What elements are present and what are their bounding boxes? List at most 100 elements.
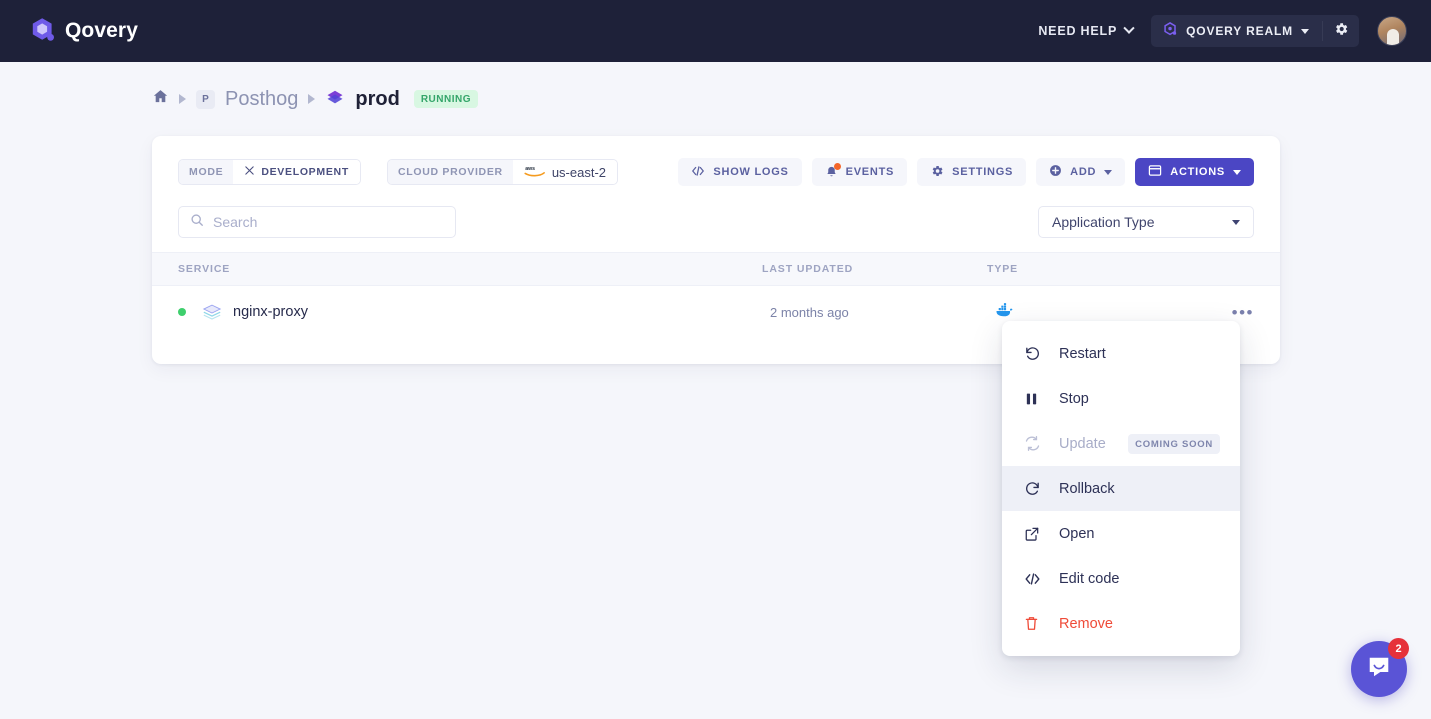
org-avatar-chip: P (196, 89, 215, 109)
cloud-provider-value: aws us-east-2 (512, 160, 618, 184)
menu-item-label: Remove (1059, 615, 1113, 632)
tools-icon (244, 165, 255, 179)
row-more-actions-button[interactable]: ••• (1232, 304, 1254, 321)
card-toolbar: MODE DEVELOPMENT CLOUD PROVIDER aws us-e… (152, 154, 1280, 190)
realm-selector[interactable]: QOVERY REALM (1151, 15, 1322, 47)
service-actions-menu: Restart Stop Update COMING SOON Rollback… (1002, 321, 1240, 656)
menu-item-edit-code[interactable]: Edit code (1002, 556, 1240, 601)
column-header-last-updated: LAST UPDATED (762, 263, 854, 275)
menu-item-stop[interactable]: Stop (1002, 376, 1240, 421)
chat-bubble-icon (1366, 654, 1392, 685)
menu-item-remove[interactable]: Remove (1002, 601, 1240, 646)
caret-down-icon (1104, 169, 1113, 175)
menu-item-label: Restart (1059, 345, 1106, 362)
menu-item-rollback[interactable]: Rollback (1002, 466, 1240, 511)
cloud-provider-pill: CLOUD PROVIDER aws us-east-2 (386, 159, 619, 185)
breadcrumb: P Posthog prod RUNNING (0, 62, 1431, 112)
caret-down-icon (1232, 219, 1240, 225)
restart-icon (1024, 345, 1046, 362)
home-icon[interactable] (152, 88, 169, 110)
status-badge: RUNNING (413, 90, 478, 108)
caret-down-icon (1233, 169, 1241, 175)
window-icon (1148, 164, 1162, 180)
show-logs-label: SHOW LOGS (713, 166, 789, 178)
service-type-cell (995, 302, 1232, 323)
user-avatar[interactable] (1377, 16, 1407, 46)
status-indicator-dot (178, 308, 186, 316)
menu-item-open[interactable]: Open (1002, 511, 1240, 556)
bell-icon (825, 163, 841, 179)
mode-value: DEVELOPMENT (233, 160, 360, 184)
show-logs-button[interactable]: SHOW LOGS (678, 158, 802, 186)
breadcrumb-environment[interactable]: prod (355, 88, 399, 111)
pause-icon (1024, 391, 1046, 407)
actions-button[interactable]: ACTIONS (1135, 158, 1254, 186)
realm-group: QOVERY REALM (1151, 15, 1359, 47)
plus-circle-icon (1049, 164, 1062, 180)
brand-logo[interactable]: Qovery (30, 17, 138, 45)
settings-icon-button[interactable] (1323, 15, 1359, 47)
search-box[interactable] (178, 206, 456, 238)
coming-soon-badge: COMING SOON (1128, 433, 1220, 454)
actions-label: ACTIONS (1170, 166, 1225, 178)
mode-pill: MODE DEVELOPMENT (178, 159, 361, 185)
search-icon (190, 213, 204, 232)
refresh-icon (1024, 435, 1046, 452)
cloud-provider-label: CLOUD PROVIDER (387, 160, 513, 184)
environment-icon (325, 87, 345, 112)
table-header: SERVICE LAST UPDATED TYPE (152, 252, 1280, 286)
history-icon (1024, 480, 1046, 497)
events-button[interactable]: EVENTS (811, 158, 908, 186)
filter-row: Application Type (152, 190, 1280, 252)
settings-label: SETTINGS (952, 166, 1014, 178)
svg-text:aws: aws (525, 165, 535, 171)
code-icon (1024, 572, 1046, 586)
topbar-right-group: NEED HELP QOVERY REALM (1038, 15, 1407, 47)
brand-name: Qovery (65, 19, 138, 42)
menu-item-label: Rollback (1059, 480, 1115, 497)
column-header-service: SERVICE (178, 263, 231, 275)
column-header-type: TYPE (987, 263, 1019, 275)
intercom-unread-badge: 2 (1388, 638, 1409, 659)
caret-down-icon (1301, 28, 1309, 34)
qovery-logo-icon (30, 17, 56, 45)
need-help-button[interactable]: NEED HELP (1038, 22, 1135, 38)
menu-item-label: Stop (1059, 390, 1089, 407)
breadcrumb-separator-icon (179, 94, 186, 104)
gear-icon (1333, 21, 1349, 42)
application-type-select[interactable]: Application Type (1038, 206, 1254, 238)
aws-icon: aws (524, 164, 546, 181)
service-cell: nginx-proxy (202, 303, 770, 321)
qovery-mark-icon (1163, 22, 1178, 40)
intercom-launcher-button[interactable]: 2 (1351, 638, 1409, 697)
external-link-icon (1024, 526, 1046, 542)
mode-value-text: DEVELOPMENT (261, 166, 349, 178)
realm-label: QOVERY REALM (1186, 24, 1293, 38)
top-navigation-bar: Qovery NEED HELP QOVERY REALM (0, 0, 1431, 62)
application-type-value: Application Type (1052, 214, 1155, 230)
service-name: nginx-proxy (233, 304, 308, 320)
code-icon (691, 165, 705, 180)
events-label: EVENTS (845, 166, 895, 178)
cloud-provider-region: us-east-2 (551, 164, 607, 180)
trash-icon (1024, 615, 1046, 632)
docker-icon (995, 302, 1014, 322)
chevron-down-icon (1123, 22, 1135, 34)
add-label: ADD (1070, 166, 1097, 178)
breadcrumb-separator-icon (308, 94, 316, 104)
menu-item-restart[interactable]: Restart (1002, 331, 1240, 376)
service-last-updated: 2 months ago (770, 304, 849, 320)
add-button[interactable]: ADD (1036, 158, 1126, 186)
notification-dot (833, 163, 841, 170)
settings-button[interactable]: SETTINGS (917, 158, 1027, 186)
menu-item-label: Edit code (1059, 570, 1120, 587)
gear-icon (930, 164, 944, 181)
layers-icon (202, 303, 222, 321)
menu-item-label: Update (1059, 435, 1106, 452)
need-help-label: NEED HELP (1038, 24, 1118, 38)
menu-item-label: Open (1059, 525, 1095, 542)
toolbar-actions: SHOW LOGS EVENTS SETTINGS ADD ACTIONS (678, 158, 1254, 186)
mode-label: MODE (179, 160, 234, 184)
search-input[interactable] (213, 214, 444, 230)
breadcrumb-organization[interactable]: Posthog (225, 88, 298, 111)
